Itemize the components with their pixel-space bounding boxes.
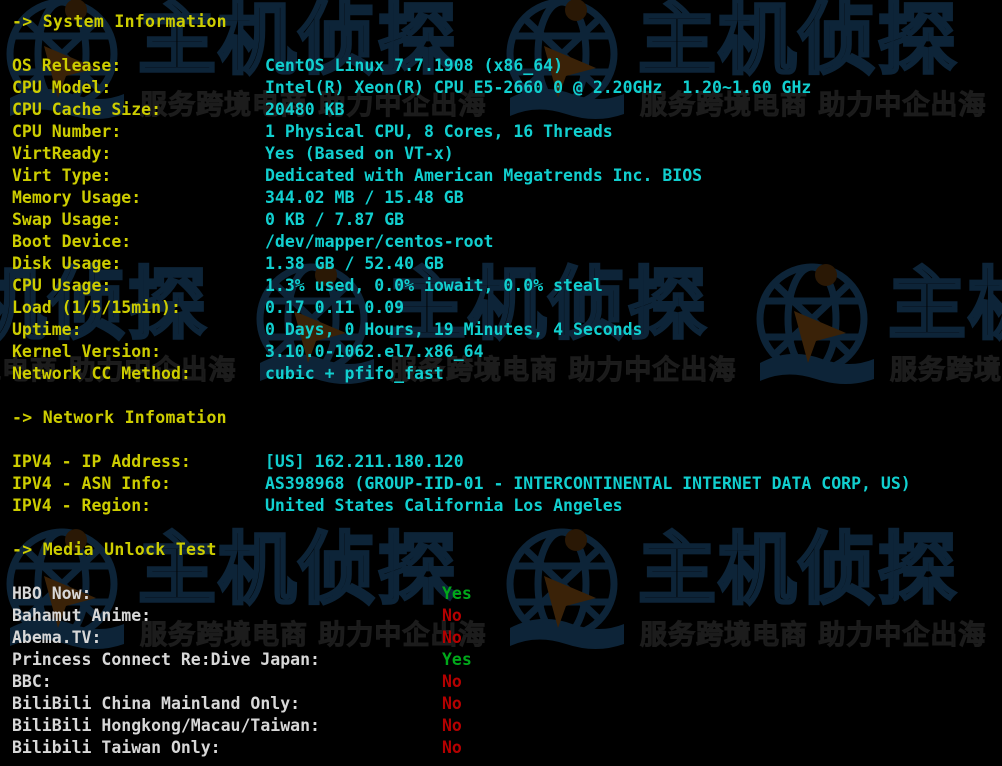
media-test-row: Bilibili Taiwan Only: No [0,737,1002,759]
info-row-label: CPU Number: [12,122,122,141]
info-row-value: 0.17 0.11 0.09 [265,298,405,317]
info-row-value: 344.02 MB / 15.48 GB [265,188,464,207]
media-test-row: Abema.TV: No [0,627,1002,649]
info-row-label: IPV4 - ASN Info: [12,474,171,493]
media-test-status: No [442,694,462,713]
info-row-value: 1.3% used, 0.0% iowait, 0.0% steal [265,276,603,295]
info-row-value: CentOS Linux 7.7.1908 (x86_64) [265,56,564,75]
info-row: Kernel Version: 3.10.0-1062.el7.x86_64 [0,341,1002,363]
info-row: CPU Usage: 1.3% used, 0.0% iowait, 0.0% s… [0,275,1002,297]
info-row-label: Virt Type: [12,166,112,185]
info-row: Network CC Method: cubic + pfifo_fast [0,363,1002,385]
info-row-value: 0 Days, 0 Hours, 19 Minutes, 4 Seconds [265,320,643,339]
media-test-label: Princess Connect Re:Dive Japan: [12,650,320,669]
media-test-row: BBC: No [0,671,1002,693]
info-row-label: Network CC Method: [12,364,191,383]
info-row: Virt Type: Dedicated with American Megatr… [0,165,1002,187]
system-information-rows: OS Release: CentOS Linux 7.7.1908 (x86_64… [0,55,1002,385]
section-heading-network: -> Network Infomation [12,408,227,427]
media-test-status: Yes [442,650,472,669]
media-unlock-test-rows: HBO Now: Yes Bahamut Anime: No Abema.TV: No Pr… [0,583,1002,759]
media-test-status: Yes [442,584,472,603]
media-test-label: Bilibili Taiwan Only: [12,738,221,757]
info-row: Load (1/5/15min): 0.17 0.11 0.09 [0,297,1002,319]
info-row-value: 20480 KB [265,100,345,119]
info-row-label: CPU Usage: [12,276,112,295]
info-row: CPU Number: 1 Physical CPU, 8 Cores, 16 T… [0,121,1002,143]
media-test-row: HBO Now: Yes [0,583,1002,605]
terminal-output: -> System Information OS Release: CentOS … [0,0,1002,759]
info-row: Memory Usage: 344.02 MB / 15.48 GB [0,187,1002,209]
info-row-label: Disk Usage: [12,254,122,273]
info-row-value: 0 KB / 7.87 GB [265,210,405,229]
info-row-label: IPV4 - IP Address: [12,452,191,471]
info-row: IPV4 - Region: United States California L… [0,495,1002,517]
info-row: IPV4 - IP Address: [US] 162.211.180.120 [0,451,1002,473]
info-row-value: [US] 162.211.180.120 [265,452,464,471]
network-information-rows: IPV4 - IP Address: [US] 162.211.180.120 IP… [0,451,1002,517]
info-row-value: 3.10.0-1062.el7.x86_64 [265,342,484,361]
info-row-label: CPU Cache Size: [12,100,162,119]
info-row: IPV4 - ASN Info: AS398968 (GROUP-IID-01 -… [0,473,1002,495]
terminal-window[interactable]: 主机侦探服务跨境电商 助力中企出海主机侦探服务跨境电商 助力中企出海主机侦探服务… [0,0,1002,766]
info-row-value: cubic + pfifo_fast [265,364,444,383]
media-test-row: Bahamut Anime: No [0,605,1002,627]
media-test-label: BiliBili China Mainland Only: [12,694,301,713]
info-row-label: Kernel Version: [12,342,162,361]
info-row: Disk Usage: 1.38 GB / 52.40 GB [0,253,1002,275]
info-row-value: United States California Los Angeles [265,496,623,515]
info-row-value: Dedicated with American Megatrends Inc. … [265,166,703,185]
info-row: Swap Usage: 0 KB / 7.87 GB [0,209,1002,231]
media-test-label: BiliBili Hongkong/Macau/Taiwan: [12,716,320,735]
info-row-value: 1.38 GB / 52.40 GB [265,254,444,273]
info-row: CPU Cache Size: 20480 KB [0,99,1002,121]
section-heading-media: -> Media Unlock Test [12,540,217,559]
media-test-row: Princess Connect Re:Dive Japan: Yes [0,649,1002,671]
info-row-label: Load (1/5/15min): [12,298,181,317]
media-test-label: Abema.TV: [12,628,102,647]
media-test-status: No [442,716,462,735]
media-test-label: HBO Now: [12,584,92,603]
media-test-status: No [442,628,462,647]
info-row-label: IPV4 - Region: [12,496,152,515]
media-test-row: BiliBili China Mainland Only: No [0,693,1002,715]
media-test-status: No [442,672,462,691]
media-test-row: BiliBili Hongkong/Macau/Taiwan: No [0,715,1002,737]
media-test-status: No [442,606,462,625]
info-row-label: Memory Usage: [12,188,142,207]
info-row: Uptime: 0 Days, 0 Hours, 19 Minutes, 4 Se… [0,319,1002,341]
info-row-label: VirtReady: [12,144,112,163]
media-test-status: No [442,738,462,757]
info-row-label: CPU Model: [12,78,112,97]
info-row-value: /dev/mapper/centos-root [265,232,494,251]
info-row: Boot Device: /dev/mapper/centos-root [0,231,1002,253]
section-heading-system: -> System Information [12,12,227,31]
info-row-label: Uptime: [12,320,82,339]
media-test-label: BBC: [12,672,52,691]
info-row-label: OS Release: [12,56,122,75]
info-row-value: Intel(R) Xeon(R) CPU E5-2660 0 @ 2.20GHz… [265,78,812,97]
info-row: OS Release: CentOS Linux 7.7.1908 (x86_64… [0,55,1002,77]
info-row: VirtReady: Yes (Based on VT-x) [0,143,1002,165]
info-row: CPU Model: Intel(R) Xeon(R) CPU E5-2660 0… [0,77,1002,99]
media-test-label: Bahamut Anime: [12,606,152,625]
info-row-label: Swap Usage: [12,210,122,229]
info-row-value: Yes (Based on VT-x) [265,144,454,163]
info-row-value: 1 Physical CPU, 8 Cores, 16 Threads [265,122,613,141]
info-row-value: AS398968 (GROUP-IID-01 - INTERCONTINENTA… [265,474,911,493]
info-row-label: Boot Device: [12,232,132,251]
